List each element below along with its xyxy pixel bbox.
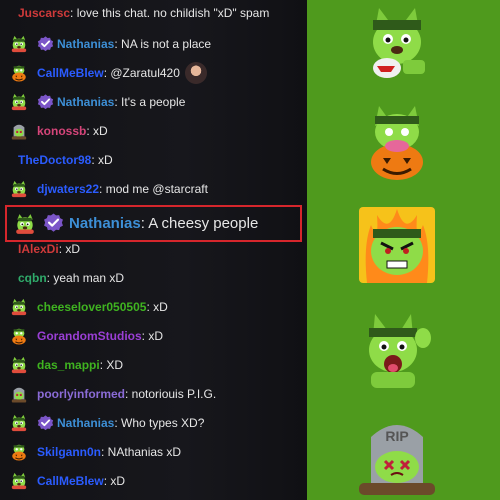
svg-text:RIP: RIP [385, 428, 408, 444]
message-text: : Who types XD? [114, 416, 205, 430]
username[interactable]: CallMeBlew [37, 474, 104, 488]
message-text: : love this chat. no childish "xD" spam [70, 6, 270, 20]
chat-message: IAlexDi: xD [0, 237, 307, 261]
message-text: : xD [146, 300, 168, 314]
username[interactable]: Nathanias [57, 37, 114, 51]
username[interactable]: cqbn [18, 271, 47, 285]
message-text: : XD [99, 358, 124, 372]
message-text: : mod me @starcraft [99, 182, 208, 196]
message-text: : yeah man xD [46, 271, 125, 285]
pumpkin-frog-icon [0, 443, 37, 461]
chat-message: TheDoctor98: xD [0, 148, 307, 172]
message-text: : xD [141, 329, 164, 343]
username[interactable]: Nathanias [57, 416, 114, 430]
username[interactable]: djwaters22 [37, 182, 99, 196]
grave-frog-icon [0, 385, 37, 403]
chat-message: Nathanias: Who types XD? [0, 411, 307, 435]
message-text: : A cheesy people [140, 215, 259, 232]
username[interactable]: Nathanias [57, 95, 114, 109]
username[interactable]: IAlexDi [18, 242, 59, 256]
chat-message: CallMeBlew: @Zaratul420 [0, 61, 307, 85]
frankendog-angry-emote [357, 205, 437, 285]
frankendog-waving-emote [357, 310, 437, 390]
chat-message: GorandomStudios: xD [0, 324, 307, 348]
frog-dog-icon [0, 35, 37, 53]
chat-message: Nathanias: NA is not a place [0, 32, 307, 56]
username[interactable]: poorlyinformed [37, 387, 125, 401]
chat-message: das_mappi: XD [0, 353, 307, 377]
chat-message: CallMeBlew: xD [0, 469, 307, 493]
chat-panel: Juscarsc: love this chat. no childish "x… [0, 0, 307, 500]
username[interactable]: TheDoctor98 [18, 153, 91, 167]
frog-dog-icon [0, 414, 37, 432]
chat-message: cheeselover050505: xD [0, 295, 307, 319]
chat-message: konossb: xD [0, 119, 307, 143]
frog-dog-icon [0, 93, 37, 111]
chat-message: Skilgann0n: NAthanias xD [0, 440, 307, 464]
chat-message: djwaters22: mod me @starcraft [0, 177, 307, 201]
message-text: : notoriouis P.I.G. [125, 387, 217, 401]
chat-message: Juscarsc: love this chat. no childish "x… [0, 1, 307, 25]
verified-badge-icon [37, 94, 54, 111]
frog-dog-icon [0, 180, 37, 198]
message-text: : xD [58, 242, 81, 256]
frankendog-spaghetti-emote [357, 2, 437, 82]
frog-dog-icon [0, 356, 37, 374]
pumpkin-frog-icon [0, 64, 37, 82]
message-text: : xD [103, 474, 126, 488]
chat-message: poorlyinformed: notoriouis P.I.G. [0, 382, 307, 406]
frankendog-pumpkin-emote [357, 102, 437, 182]
username[interactable]: Nathanias [69, 215, 141, 232]
waving-girl-emote [184, 62, 207, 84]
emote-panel: RIP [307, 0, 500, 500]
message-text: : @Zaratul420 [103, 66, 180, 80]
verified-badge-icon [37, 36, 54, 53]
pumpkin-frog-icon [0, 327, 37, 345]
username[interactable]: Juscarsc [18, 6, 70, 20]
frankendog-rip-grave-emote: RIP [357, 415, 437, 495]
username[interactable]: cheeselover050505 [37, 300, 146, 314]
username[interactable]: Skilgann0n [37, 445, 101, 459]
frog-dog-icon [0, 298, 37, 316]
frog-dog-icon [0, 472, 37, 490]
message-text: : It's a people [114, 95, 186, 109]
grave-frog-icon [0, 122, 37, 140]
frog-dog-icon [7, 213, 43, 235]
message-text: : xD [91, 153, 113, 167]
username[interactable]: CallMeBlew [37, 66, 104, 80]
message-text: : xD [86, 124, 108, 138]
message-text: : NA is not a place [114, 37, 212, 51]
username[interactable]: konossb [37, 124, 86, 138]
username[interactable]: GorandomStudios [37, 329, 142, 343]
verified-badge-icon [43, 213, 64, 234]
message-text: : NAthanias xD [101, 445, 182, 459]
verified-badge-icon [37, 415, 54, 432]
chat-message: Nathanias: It's a people [0, 90, 307, 114]
username[interactable]: das_mappi [37, 358, 100, 372]
chat-message: cqbn: yeah man xD [0, 266, 307, 290]
